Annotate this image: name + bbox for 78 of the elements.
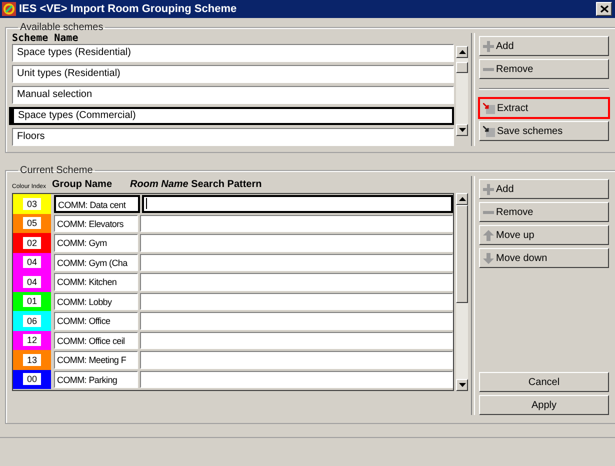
- scroll-thumb[interactable]: [456, 62, 468, 73]
- scheme-item[interactable]: Unit types (Residential): [12, 65, 454, 83]
- plus-icon: [483, 184, 494, 194]
- search-pattern-field[interactable]: [140, 351, 453, 368]
- scheme-button[interactable]: Remove: [479, 59, 609, 79]
- save-icon: [483, 126, 495, 136]
- scheme-item[interactable]: Floors: [12, 128, 454, 146]
- group-name-field[interactable]: COMM: Office: [54, 312, 138, 330]
- column-heading: Group Name: [52, 179, 114, 190]
- scheme-button[interactable]: Extract: [479, 98, 609, 118]
- search-pattern-field[interactable]: [140, 292, 453, 310]
- colour-index: 06: [22, 314, 41, 327]
- colour-index: 03: [22, 198, 41, 210]
- group-name-field[interactable]: COMM: Elevators: [54, 214, 138, 232]
- close-icon: [600, 5, 608, 13]
- dialog-button[interactable]: Cancel: [479, 372, 609, 392]
- search-pattern-field[interactable]: [140, 312, 453, 330]
- colour-index: 04: [22, 276, 41, 288]
- scrollbar[interactable]: [456, 193, 468, 391]
- colour-swatch[interactable]: 04: [13, 252, 51, 272]
- colour-index: 00: [22, 373, 41, 386]
- group-name-field[interactable]: COMM: Gym (Cha: [54, 254, 138, 271]
- scheme-button[interactable]: Save schemes: [479, 121, 609, 141]
- group-name-field[interactable]: COMM: Office ceil: [54, 332, 138, 349]
- colour-index: 13: [22, 354, 41, 366]
- colour-swatch[interactable]: 04: [13, 272, 51, 292]
- group-name-field[interactable]: COMM: Meeting F: [54, 351, 138, 368]
- scheme-button[interactable]: Add: [479, 179, 609, 199]
- colour-index: 04: [22, 256, 41, 268]
- search-pattern-field[interactable]: [140, 370, 453, 388]
- colour-swatch[interactable]: 13: [13, 350, 51, 370]
- group-name-field[interactable]: COMM: Data cent: [54, 195, 140, 212]
- app-icon: [2, 2, 16, 16]
- scheme-item[interactable]: Space types (Residential): [12, 44, 454, 62]
- scheme-item[interactable]: Manual selection: [12, 86, 454, 104]
- colour-index: 01: [22, 295, 41, 308]
- column-heading: Room Name Search Pattern: [130, 179, 262, 190]
- group-name-field[interactable]: COMM: Lobby: [54, 292, 138, 310]
- scheme-button[interactable]: Add: [479, 36, 609, 56]
- scheme-button[interactable]: Remove: [479, 202, 609, 222]
- dialog-button[interactable]: Apply: [479, 395, 609, 415]
- scroll-up-icon: [458, 197, 466, 201]
- scrollbar[interactable]: [456, 46, 468, 136]
- group-legend: Available schemes: [18, 22, 106, 33]
- colour-swatch[interactable]: 05: [13, 214, 51, 233]
- group-name-field[interactable]: COMM: Gym: [54, 234, 138, 252]
- scroll-up-icon: [458, 50, 466, 54]
- colour-index: 12: [22, 334, 41, 346]
- group-name-field[interactable]: COMM: Kitchen: [54, 273, 138, 290]
- scroll-down-icon: [458, 383, 466, 387]
- colour-swatch[interactable]: 06: [13, 311, 51, 330]
- colour-swatch[interactable]: 00: [13, 370, 51, 389]
- search-pattern-field[interactable]: [140, 234, 453, 252]
- plus-icon: [483, 40, 494, 52]
- close-button[interactable]: [596, 2, 612, 16]
- window-title: IES <VE> Import Room Grouping Scheme: [19, 3, 238, 15]
- colour-swatch[interactable]: 02: [13, 233, 51, 252]
- colour-index: 02: [22, 236, 41, 249]
- scheme-button[interactable]: Move down: [479, 248, 609, 268]
- search-pattern-field[interactable]: [140, 273, 453, 290]
- colour-swatch[interactable]: 01: [13, 292, 51, 311]
- search-pattern-field[interactable]: [142, 195, 453, 212]
- scroll-thumb[interactable]: [456, 205, 468, 303]
- group-legend: Current Scheme: [18, 165, 95, 176]
- search-pattern-field[interactable]: [140, 254, 453, 271]
- scheme-button[interactable]: Move up: [479, 225, 609, 245]
- search-pattern-field[interactable]: [140, 332, 453, 349]
- colour-index: 05: [22, 217, 41, 230]
- search-pattern-field[interactable]: [140, 214, 453, 232]
- group-name-field[interactable]: COMM: Parking: [54, 370, 138, 388]
- up-arrow-icon: [483, 230, 494, 240]
- scheme-item[interactable]: Space types (Commercial): [9, 107, 454, 125]
- colour-swatch[interactable]: 03: [13, 194, 51, 214]
- column-heading: Scheme Name: [12, 33, 80, 44]
- scroll-down-icon: [458, 128, 466, 132]
- extract-icon: [483, 102, 495, 114]
- colour-swatch[interactable]: 12: [13, 330, 51, 350]
- down-arrow-icon: [483, 252, 494, 264]
